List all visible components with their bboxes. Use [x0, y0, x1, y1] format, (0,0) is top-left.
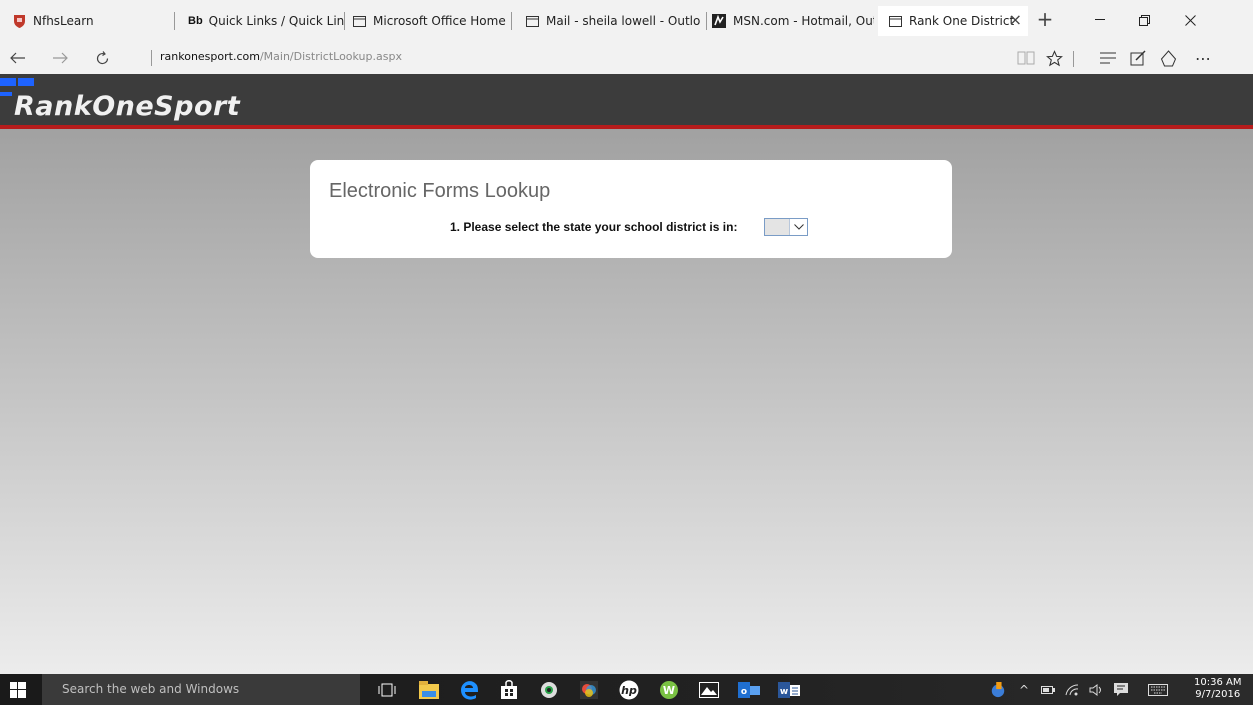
svg-text:o: o [741, 687, 747, 697]
word-icon[interactable]: w [778, 679, 800, 701]
windows-taskbar: Search the web and Windows hp W o w ^ 10… [0, 674, 1253, 705]
blackboard-icon: Bb [188, 15, 203, 27]
state-select[interactable] [764, 218, 808, 236]
reading-view-icon[interactable] [1013, 46, 1039, 70]
svg-text:W: W [663, 684, 675, 697]
close-window-button[interactable] [1170, 8, 1210, 32]
tab-separator [706, 12, 707, 30]
page-icon [525, 14, 539, 28]
svg-text:hp: hp [621, 684, 637, 697]
webcam-icon[interactable] [538, 679, 560, 701]
tab-separator [344, 12, 345, 30]
restore-button[interactable] [1124, 8, 1164, 32]
page-icon [352, 14, 366, 28]
chevron-down-icon [789, 219, 807, 235]
tab-label: NfhsLearn [33, 14, 94, 28]
site-header: RankOneSport [0, 74, 1253, 129]
url-host: rankonesport.com [160, 50, 260, 63]
url-path: /Main/DistrictLookup.aspx [259, 50, 402, 63]
browser-tab-strip: NfhsLearn Bb Quick Links / Quick Links M… [0, 0, 1253, 42]
edge-browser-icon[interactable] [458, 679, 480, 701]
tab-label: Mail - sheila lowell - Outlo [546, 14, 701, 28]
address-bar: rankonesport.com/Main/DistrictLookup.asp… [0, 42, 1253, 74]
forward-arrow-icon[interactable] [46, 46, 74, 70]
state-prompt-label: 1. Please select the state your school d… [450, 220, 738, 234]
hp-icon[interactable]: hp [618, 679, 640, 701]
favorites-star-icon[interactable] [1041, 46, 1067, 70]
url-field[interactable]: rankonesport.com/Main/DistrictLookup.asp… [160, 50, 402, 63]
chevron-up-icon[interactable]: ^ [1016, 682, 1032, 698]
page-title: Electronic Forms Lookup [329, 180, 551, 202]
tab-separator [174, 12, 175, 30]
more-icon[interactable]: ⋯ [1190, 46, 1216, 70]
battery-icon[interactable] [1040, 682, 1056, 698]
tab-quick-links[interactable]: Bb Quick Links / Quick Links [188, 8, 345, 34]
share-icon[interactable] [1155, 46, 1181, 70]
outlook-icon[interactable]: o [738, 679, 760, 701]
action-center-icon[interactable] [1113, 682, 1129, 698]
refresh-icon[interactable] [88, 46, 116, 70]
taskbar-search-placeholder: Search the web and Windows [62, 682, 240, 696]
clock-date: 9/7/2016 [1195, 689, 1241, 700]
hub-icon[interactable] [1095, 46, 1121, 70]
task-view-icon[interactable] [376, 679, 398, 701]
new-tab-button[interactable]: + [1033, 8, 1057, 32]
address-separator [151, 50, 152, 66]
tab-nfhslearn[interactable]: NfhsLearn [12, 8, 175, 34]
taskbar-clock[interactable]: 10:36 AM 9/7/2016 [1194, 677, 1241, 701]
tab-rank-one[interactable]: Rank One District Forn × [878, 6, 1028, 36]
shield-icon [12, 14, 26, 28]
photos-icon[interactable] [698, 679, 720, 701]
tab-label: MSN.com - Hotmail, Outlc [733, 14, 874, 28]
msn-icon [712, 14, 726, 28]
file-explorer-icon[interactable] [418, 679, 440, 701]
tab-label: Microsoft Office Home [373, 14, 506, 28]
web-page: RankOneSport Electronic Forms Lookup 1. … [0, 74, 1253, 674]
close-tab-icon[interactable]: × [1009, 10, 1022, 29]
site-logo[interactable]: RankOneSport [14, 91, 240, 122]
app-w-icon[interactable]: W [658, 679, 680, 701]
tab-mail[interactable]: Mail - sheila lowell - Outlo [525, 8, 707, 34]
taskbar-search-input[interactable]: Search the web and Windows [42, 674, 360, 705]
tab-msn[interactable]: MSN.com - Hotmail, Outlc [712, 8, 874, 34]
web-note-icon[interactable] [1125, 46, 1151, 70]
keyboard-icon[interactable] [1146, 682, 1170, 698]
wifi-icon[interactable] [1064, 682, 1080, 698]
store-icon[interactable] [498, 679, 520, 701]
minimize-button[interactable] [1080, 8, 1120, 32]
clock-time: 10:36 AM [1194, 677, 1242, 688]
tab-label: Rank One District Forn [909, 14, 1015, 28]
tab-label: Quick Links / Quick Links [208, 14, 345, 28]
lookup-card: Electronic Forms Lookup 1. Please select… [310, 160, 952, 258]
windows-start-icon[interactable] [10, 682, 26, 698]
tab-office-home[interactable]: Microsoft Office Home [352, 8, 512, 34]
tab-separator [511, 12, 512, 30]
toolbar-separator [1073, 51, 1074, 67]
back-arrow-icon[interactable] [4, 46, 32, 70]
windows-update-icon[interactable] [990, 682, 1006, 698]
volume-icon[interactable] [1088, 682, 1104, 698]
page-icon [888, 14, 902, 28]
svg-text:w: w [780, 687, 788, 697]
photo-app-icon[interactable] [578, 679, 600, 701]
